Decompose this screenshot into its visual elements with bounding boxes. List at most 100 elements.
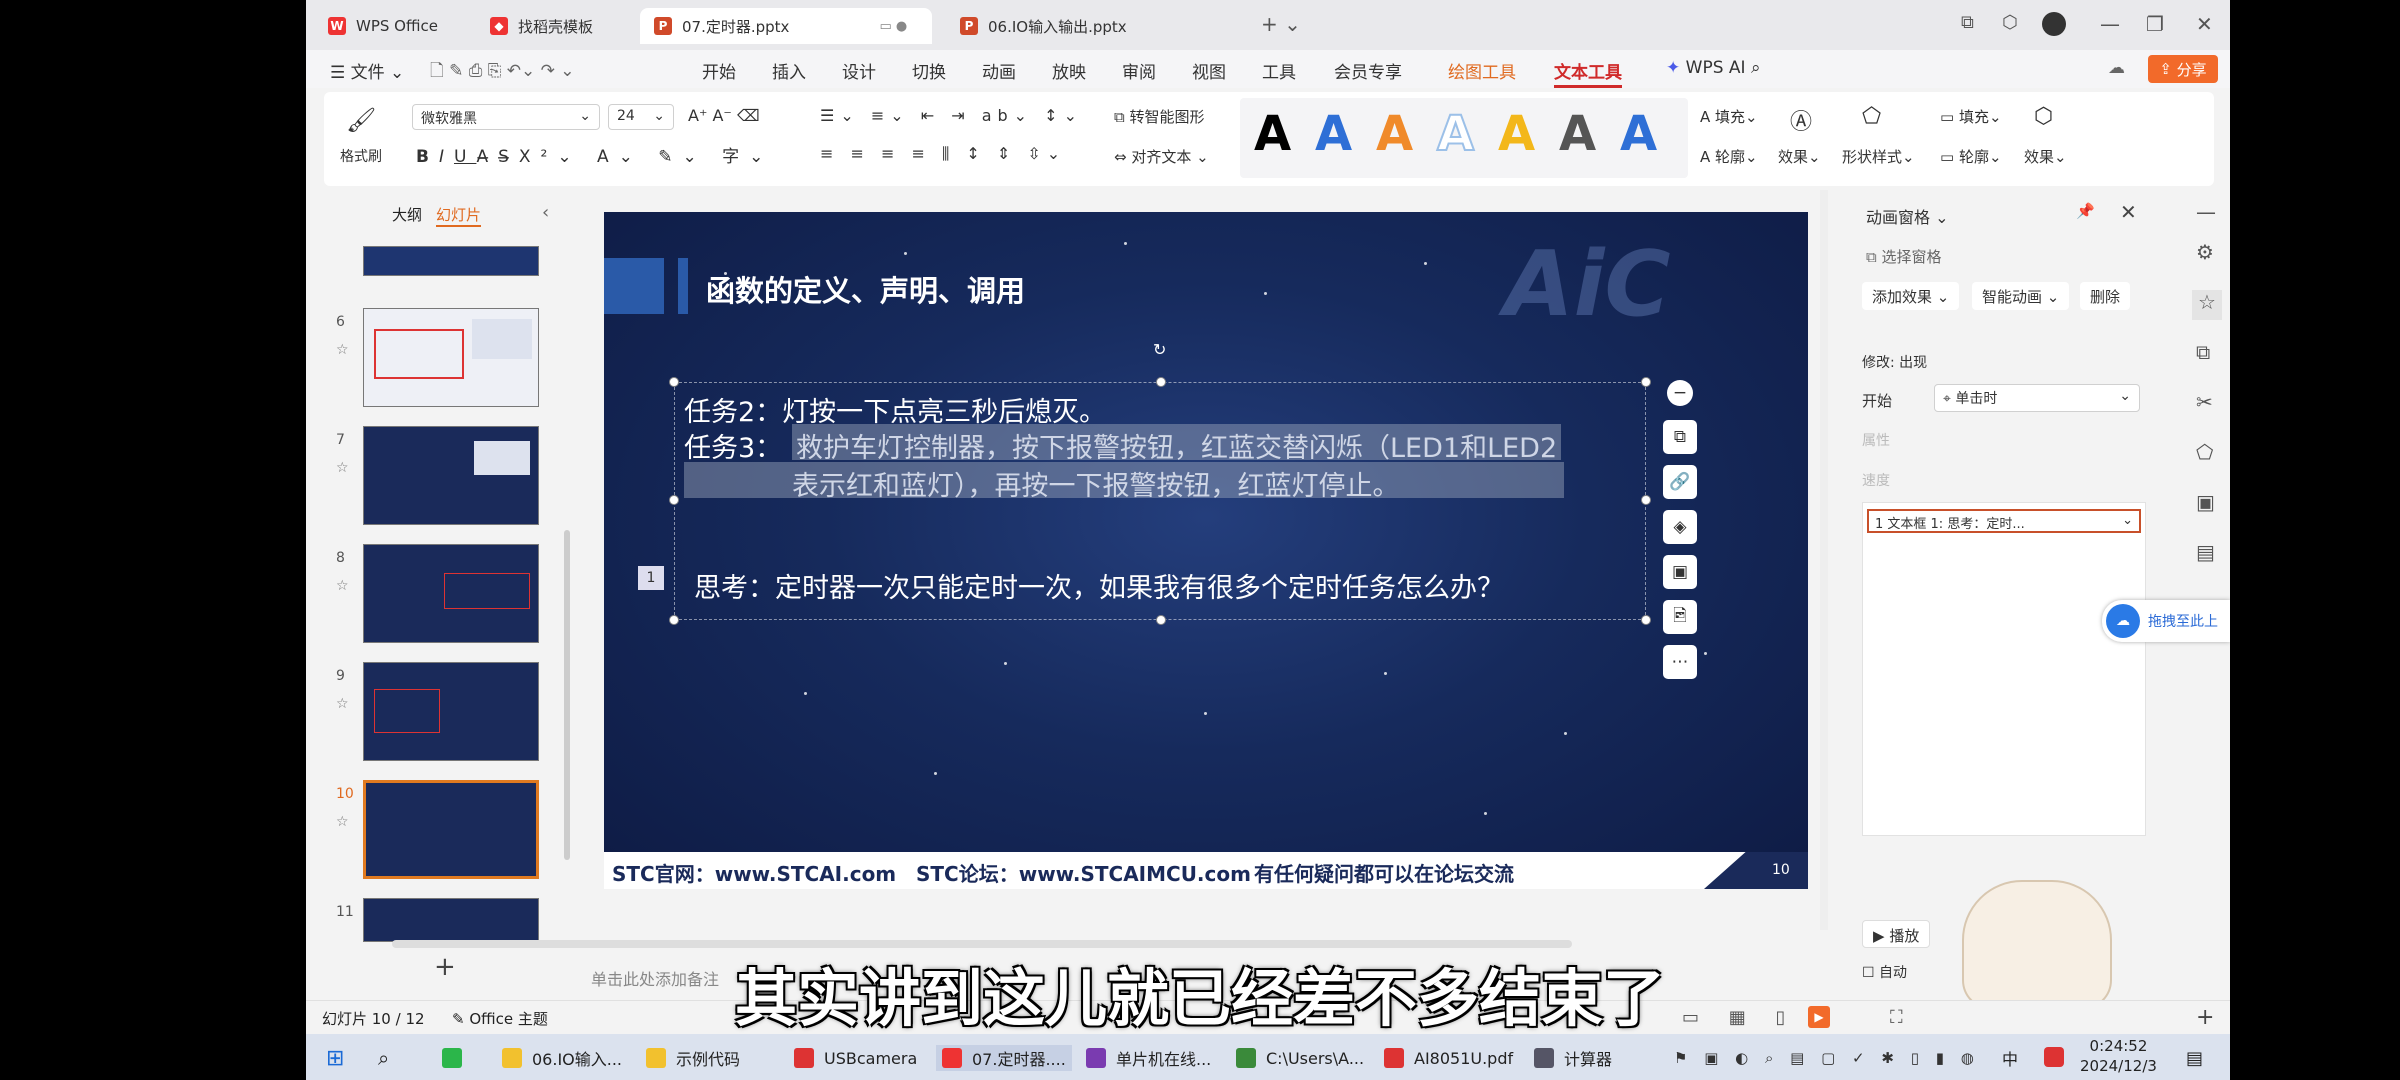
- taskbar-item-active[interactable]: 07.定时器....: [936, 1045, 1072, 1071]
- animation-list[interactable]: 1 文本框 1: 思考：定时... ⌄: [1862, 502, 2146, 836]
- resize-handle[interactable]: [1156, 377, 1166, 387]
- start-select[interactable]: ⌖ 单击时 ⌄: [1934, 384, 2140, 412]
- think-text[interactable]: 思考：定时器一次只能定时一次，如果我有很多个定时任务怎么办？: [694, 566, 1504, 605]
- resize-handle[interactable]: [669, 615, 679, 625]
- restore-icon[interactable]: ❐: [2146, 12, 2164, 36]
- slide-canvas[interactable]: 函数的定义、声明、调用 AiC ↻ 任务2：灯按一下点亮三秒后熄灭。 任务3： …: [604, 212, 1808, 889]
- taskbar-item[interactable]: 单片机在线...: [1086, 1045, 1211, 1071]
- layers-icon[interactable]: ⧉: [1663, 420, 1697, 454]
- text-outline-button[interactable]: A 轮廓⌄: [1700, 146, 1758, 167]
- clock[interactable]: 0:24:52 2024/12/3: [2080, 1036, 2157, 1076]
- text-style-gold[interactable]: A: [1498, 106, 1535, 162]
- format-painter-label[interactable]: 格式刷: [340, 146, 382, 166]
- taskbar-item[interactable]: 06.IO输入...: [502, 1045, 622, 1071]
- menu-drawing-tools[interactable]: 绘图工具: [1448, 58, 1516, 83]
- text-effect-button[interactable]: 效果⌄: [1778, 146, 1821, 167]
- minimize-icon[interactable]: —: [2100, 12, 2120, 36]
- taskbar-item[interactable]: 示例代码: [646, 1045, 740, 1071]
- font-select[interactable]: 微软雅黑 ⌄: [412, 104, 600, 130]
- tab-outline[interactable]: 大纲: [392, 204, 422, 225]
- book-icon[interactable]: ▤: [2196, 540, 2215, 564]
- resize-handle[interactable]: [669, 495, 679, 505]
- text-style-gray[interactable]: A: [1559, 106, 1596, 162]
- menu-transition[interactable]: 切换: [912, 58, 946, 83]
- tab-07-timer[interactable]: P 07.定时器.pptx ▭ ●: [640, 8, 932, 44]
- taskbar-item[interactable]: AI8051U.pdf: [1384, 1045, 1513, 1071]
- smart-shape-button[interactable]: ⧉ 转智能图形: [1114, 106, 1205, 127]
- notification-icon[interactable]: ▤: [2186, 1045, 2203, 1071]
- menu-insert[interactable]: 插入: [772, 58, 806, 83]
- cube-icon[interactable]: ⬡: [2002, 12, 2018, 33]
- resize-handle[interactable]: [669, 377, 679, 387]
- text-effect-icon[interactable]: Ⓐ: [1790, 104, 1812, 136]
- collapse-icon[interactable]: ‹: [542, 202, 549, 223]
- text-fill-button[interactable]: A 填充⌄: [1700, 106, 1758, 127]
- link-icon[interactable]: 🔗: [1663, 465, 1697, 499]
- align-text-button[interactable]: ⇔ 对齐文本 ⌄: [1114, 146, 1209, 167]
- close-icon[interactable]: ✕: [2120, 200, 2137, 224]
- fill-icon[interactable]: ◈: [1663, 510, 1697, 544]
- text-style-black[interactable]: A: [1254, 106, 1291, 162]
- taskbar-item[interactable]: 计算器: [1534, 1045, 1612, 1071]
- tab-slides[interactable]: 幻灯片: [436, 204, 482, 227]
- search-icon[interactable]: ⌕: [378, 1045, 389, 1071]
- image-icon[interactable]: 🖻: [1663, 600, 1697, 634]
- text-style-light[interactable]: A: [1436, 105, 1475, 163]
- frame-icon[interactable]: ▣: [1663, 555, 1697, 589]
- animation-order-badge[interactable]: 1: [638, 566, 664, 590]
- slide-thumbnail-7[interactable]: [363, 426, 539, 525]
- font-style-buttons[interactable]: BIUA̶S̶X²⌄ A⌄ ✎⌄ 字⌄: [416, 142, 773, 167]
- thumbnail-scrollbar[interactable]: [564, 530, 570, 860]
- menu-review[interactable]: 审阅: [1122, 58, 1156, 83]
- vertical-scrollbar[interactable]: [1820, 190, 1828, 930]
- list-buttons[interactable]: ☰⌄ ≡⌄ ⇤ ⇥ ab⌄ ↕⌄: [820, 106, 1083, 125]
- slide-thumbnail-5[interactable]: [363, 246, 539, 276]
- system-tray-icons[interactable]: ⚑ ▣ ◐ ⌕ ▤ ▢ ✓ ✱ ▯ ▮ ◍: [1674, 1045, 1980, 1071]
- rotate-handle-icon[interactable]: ↻: [1153, 340, 1166, 359]
- ime-indicator[interactable]: 中: [2002, 1045, 2018, 1071]
- smart-animation-button[interactable]: 智能动画 ⌄: [1972, 282, 2070, 310]
- share-button[interactable]: ⇪ 分享: [2148, 55, 2218, 83]
- file-menu[interactable]: ☰ 文件 ⌄: [330, 58, 404, 83]
- avatar[interactable]: [2042, 12, 2066, 36]
- image-icon[interactable]: ▣: [2196, 490, 2215, 514]
- slide-title[interactable]: 函数的定义、声明、调用: [706, 268, 1025, 310]
- menu-view[interactable]: 视图: [1192, 58, 1226, 83]
- select-pane-link[interactable]: ⧉ 选择窗格: [1866, 246, 1942, 267]
- delete-button[interactable]: 删除: [2080, 282, 2131, 310]
- settings-icon[interactable]: ⚙: [2196, 240, 2214, 264]
- shape-outline-button[interactable]: ▭ 轮廓⌄: [1940, 146, 2002, 167]
- font-size-select[interactable]: 24 ⌄: [608, 104, 674, 130]
- task3-line2[interactable]: 表示红和蓝灯），再按一下报警按钮，红蓝灯停止。: [792, 464, 1400, 503]
- collapse-icon[interactable]: −: [1667, 380, 1693, 406]
- animation-list-item[interactable]: 1 文本框 1: 思考：定时... ⌄: [1867, 509, 2141, 533]
- tools-icon[interactable]: ✂: [2196, 390, 2213, 414]
- format-painter-icon[interactable]: 🖌: [346, 106, 376, 134]
- pin-icon[interactable]: 📌: [2076, 202, 2095, 220]
- menu-text-tools[interactable]: 文本工具: [1554, 58, 1622, 88]
- slide-thumbnail-6[interactable]: [363, 308, 539, 407]
- task3-line1[interactable]: 救护车灯控制器，按下报警按钮，红蓝交替闪烁（LED1和LED2: [792, 424, 1562, 464]
- play-button[interactable]: ▶ 播放: [1862, 920, 1931, 948]
- new-tab-icon[interactable]: + ⌄: [1261, 12, 1301, 36]
- slide-thumbnail-11[interactable]: [363, 898, 539, 942]
- task3-label[interactable]: 任务3：: [684, 426, 782, 465]
- taskbar-item[interactable]: USBcamera: [794, 1045, 917, 1071]
- resize-handle[interactable]: [1641, 495, 1651, 505]
- window-icon[interactable]: ⧉: [1961, 12, 1974, 33]
- shape-effect-button[interactable]: 效果⌄: [2024, 146, 2067, 167]
- windows-start-icon[interactable]: ⊞: [326, 1045, 344, 1071]
- text-style-orange[interactable]: A: [1376, 106, 1413, 162]
- menu-slideshow[interactable]: 放映: [1052, 58, 1086, 83]
- shape-style-button[interactable]: 形状样式⌄: [1842, 146, 1915, 167]
- font-grow-shrink-icons[interactable]: A⁺ A⁻ ⌫: [688, 106, 760, 125]
- resize-handle[interactable]: [1156, 615, 1166, 625]
- text-style-blue[interactable]: A: [1315, 106, 1352, 162]
- text-style-blue2[interactable]: A: [1620, 106, 1657, 162]
- tab-wps-office[interactable]: W WPS Office: [314, 8, 464, 44]
- pane-title[interactable]: 动画窗格 ⌄: [1866, 204, 1949, 228]
- more-icon[interactable]: ⋯: [1663, 645, 1697, 679]
- shape-style-icon[interactable]: ⬠: [1862, 104, 1881, 129]
- quick-access-icons[interactable]: 🗋 ✎ ⎙ ⎘ ↶⌄ ↷ ⌄: [430, 58, 575, 87]
- shape-icon[interactable]: ⬠: [2196, 440, 2213, 464]
